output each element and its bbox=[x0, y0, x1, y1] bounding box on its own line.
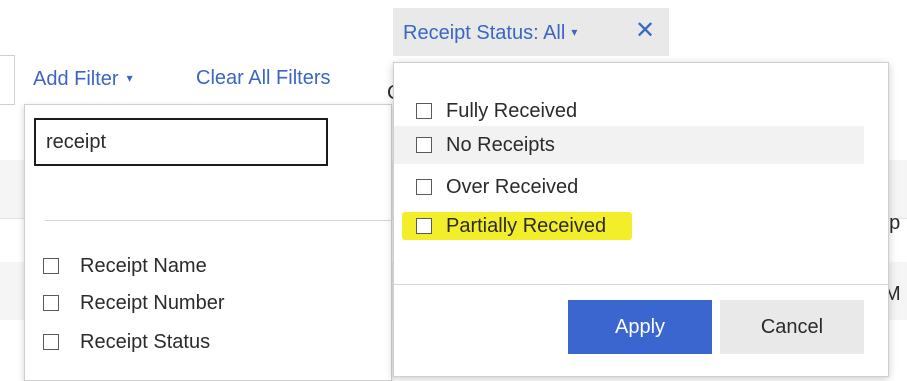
filter-option-receipt-number[interactable]: Receipt Number bbox=[43, 288, 225, 318]
status-option-label: Partially Received bbox=[446, 215, 607, 237]
receipt-status-filter-toggle[interactable]: Receipt Status: All ▾ bbox=[403, 18, 577, 47]
clear-all-filters-link[interactable]: Clear All Filters bbox=[196, 64, 330, 92]
status-option-label: Over Received bbox=[446, 176, 579, 198]
checkbox[interactable] bbox=[416, 179, 432, 195]
status-option-row[interactable]: Partially Received bbox=[394, 207, 864, 245]
receipt-status-filter-chip: Receipt Status: All ▾ ✕ bbox=[393, 8, 669, 56]
status-option-over-received[interactable]: Over Received bbox=[416, 172, 578, 202]
divider bbox=[394, 284, 888, 285]
checkbox[interactable] bbox=[416, 218, 432, 234]
add-filter-dropdown: Receipt Name Receipt Number Receipt Stat… bbox=[24, 104, 392, 381]
filter-option-label: Receipt Name bbox=[80, 255, 207, 277]
status-option-label: No Receipts bbox=[446, 134, 555, 156]
checkbox[interactable] bbox=[43, 295, 59, 311]
status-option-row[interactable]: No Receipts bbox=[394, 126, 864, 164]
add-filter-label: Add Filter bbox=[33, 68, 119, 90]
toolbar-input-edge[interactable] bbox=[0, 55, 15, 105]
status-option-row[interactable]: Over Received bbox=[394, 168, 864, 206]
filter-option-label: Receipt Number bbox=[80, 292, 225, 314]
divider bbox=[45, 220, 391, 221]
receipt-status-dropdown: Fully Received No Receipts Over Received… bbox=[393, 62, 889, 377]
filter-option-receipt-name[interactable]: Receipt Name bbox=[43, 251, 207, 281]
filter-option-receipt-status[interactable]: Receipt Status bbox=[43, 327, 210, 357]
filter-option-label: Receipt Status bbox=[80, 331, 211, 353]
status-option-label: Fully Received bbox=[446, 100, 578, 122]
checkbox[interactable] bbox=[43, 258, 59, 274]
status-option-row[interactable]: Fully Received bbox=[394, 92, 864, 130]
filter-search-input[interactable] bbox=[34, 118, 328, 166]
status-option-fully-received[interactable]: Fully Received bbox=[416, 96, 577, 126]
add-filter-button[interactable]: Add Filter ▾ bbox=[33, 64, 133, 92]
chevron-down-icon: ▾ bbox=[126, 71, 133, 85]
checkbox[interactable] bbox=[416, 103, 432, 119]
checkbox[interactable] bbox=[416, 137, 432, 153]
checkbox[interactable] bbox=[43, 334, 59, 350]
cancel-button[interactable]: Cancel bbox=[720, 300, 864, 354]
receipt-status-filter-label: Receipt Status: All bbox=[403, 22, 566, 44]
close-icon[interactable]: ✕ bbox=[631, 17, 659, 45]
status-option-no-receipts[interactable]: No Receipts bbox=[416, 130, 555, 160]
apply-button[interactable]: Apply bbox=[568, 300, 712, 354]
chevron-down-icon: ▾ bbox=[571, 25, 578, 39]
status-option-partially-received[interactable]: Partially Received bbox=[416, 211, 606, 241]
